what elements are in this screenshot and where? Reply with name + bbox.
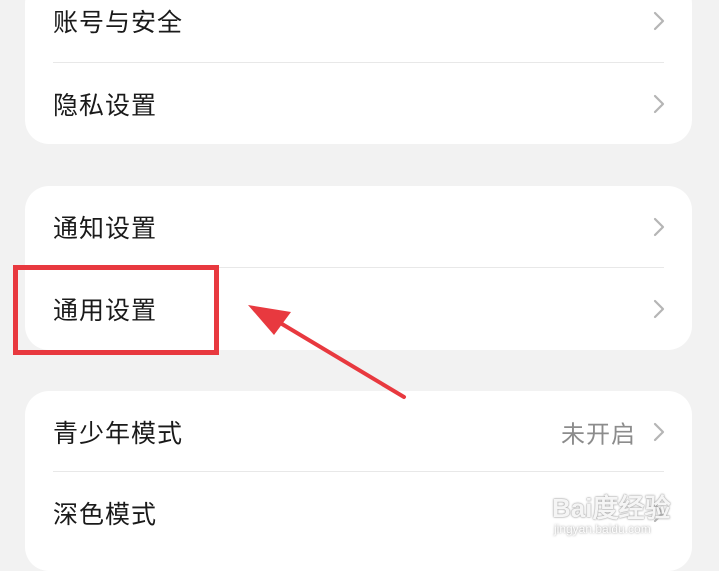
settings-item-label: 通用设置 [53, 296, 158, 325]
settings-item-notifications[interactable]: 通知设置 [25, 186, 692, 268]
chevron-right-icon [653, 422, 665, 442]
chevron-right-icon [653, 11, 665, 31]
chevron-right-icon [653, 503, 665, 523]
settings-item-label: 深色模式 [53, 500, 158, 529]
settings-item-account-security[interactable]: 账号与安全 [25, 0, 692, 62]
settings-item-general[interactable]: 通用设置 [25, 268, 692, 350]
settings-item-label: 青少年模式 [53, 419, 184, 448]
settings-item-label: 隐私设置 [53, 91, 158, 120]
settings-item-teen-mode[interactable]: 青少年模式 未开启 [25, 391, 692, 473]
settings-group-account: 账号与安全 隐私设置 [25, 0, 692, 144]
settings-item-label: 账号与安全 [53, 8, 184, 37]
settings-item-dark-mode[interactable]: 深色模式 [25, 472, 692, 554]
settings-item-label: 通知设置 [53, 214, 158, 243]
chevron-right-icon [653, 299, 665, 319]
teen-mode-status: 未开启 [561, 420, 636, 449]
settings-group-general: 通知设置 通用设置 [25, 186, 692, 350]
chevron-right-icon [653, 94, 665, 114]
settings-group-modes: 青少年模式 未开启 深色模式 [25, 391, 692, 571]
settings-item-privacy[interactable]: 隐私设置 [25, 63, 692, 144]
chevron-right-icon [653, 217, 665, 237]
